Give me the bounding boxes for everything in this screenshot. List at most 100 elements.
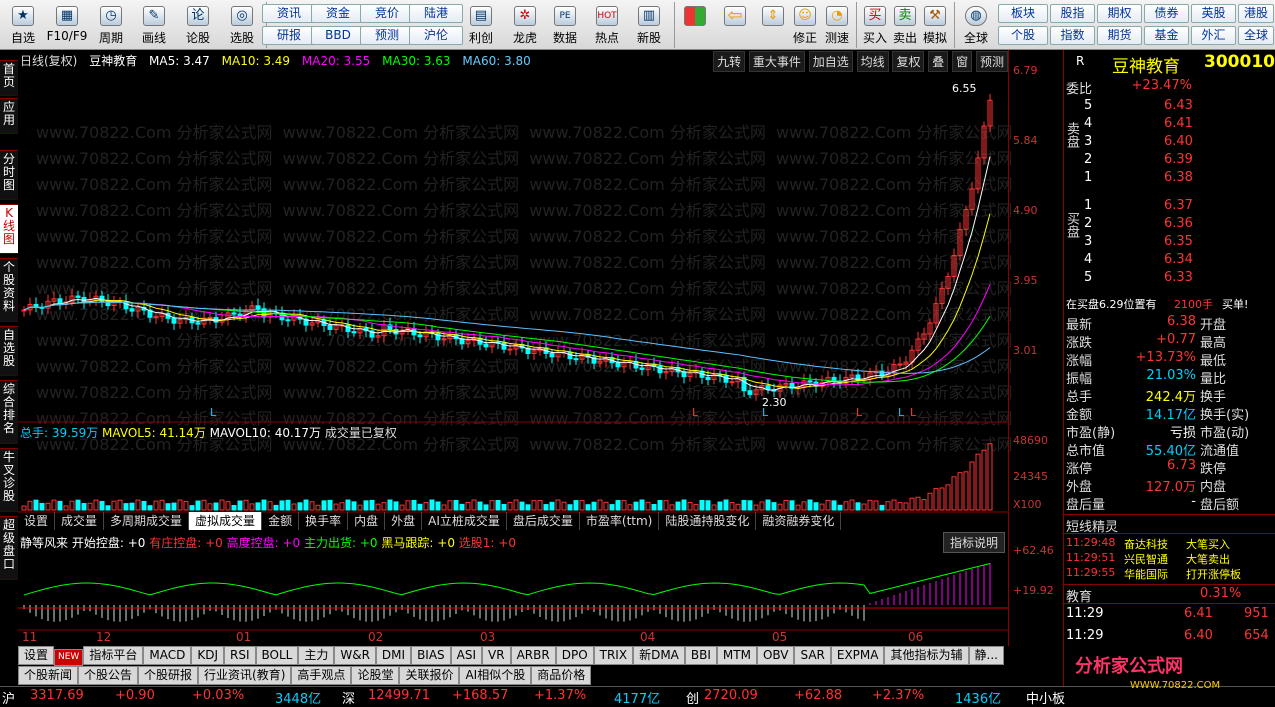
indicator-tab[interactable]: 其他指标为辅	[884, 646, 969, 665]
indicator-tab[interactable]: BOLL	[255, 646, 299, 665]
tab-kline[interactable]: K线图	[0, 204, 18, 254]
indicator-tab[interactable]: 主力	[298, 646, 335, 665]
indicator-tab[interactable]: MTM	[716, 646, 757, 665]
indicator-tab[interactable]: DMI	[375, 646, 412, 665]
predict-button[interactable]: 预测	[975, 51, 1008, 72]
uk-stock-button[interactable]: 英股	[1191, 4, 1236, 23]
indicator-tab[interactable]: TRIX	[593, 646, 634, 665]
indicator-tab[interactable]: SAR	[794, 646, 831, 665]
bbd-button[interactable]: BBD	[311, 26, 365, 45]
stock-select-button[interactable]: ◎ 选股	[220, 4, 264, 48]
simulate-button[interactable]: ⚒ 模拟	[920, 4, 950, 48]
indicator-tab[interactable]: EXPMA	[830, 646, 885, 665]
info-tab[interactable]: AI相似个股	[459, 666, 532, 685]
news-button[interactable]: 资讯	[262, 4, 316, 23]
options-button[interactable]: 期权	[1097, 4, 1142, 23]
index-button[interactable]: 指数	[1050, 26, 1095, 45]
indicator-tab[interactable]: BBI	[684, 646, 717, 665]
indicator-tab[interactable]: OBV	[756, 646, 795, 665]
speed-test-button[interactable]: ◔ 测速	[822, 4, 852, 48]
indicator-tab[interactable]: ARBR	[510, 646, 556, 665]
info-tab[interactable]: 个股公告	[78, 666, 139, 685]
indicator-help-button[interactable]: 指标说明	[943, 532, 1006, 553]
futures-button[interactable]: 期货	[1097, 26, 1142, 45]
global-button[interactable]: ◍ 全球	[958, 4, 994, 48]
bonds-button[interactable]: 债券	[1144, 4, 1189, 23]
forex-button[interactable]: 外汇	[1191, 26, 1236, 45]
volume-tab[interactable]: 市盈率(ttm)	[580, 512, 660, 530]
dragon-tiger-button[interactable]: ✲ 龙虎	[506, 4, 544, 48]
volume-tab[interactable]: AI立桩成交量	[422, 512, 507, 530]
volume-tab[interactable]: 融资融券变化	[756, 512, 842, 530]
period-button[interactable]: ◷ 周期	[92, 4, 130, 48]
volume-tab[interactable]: 金额	[262, 512, 300, 530]
volume-tab[interactable]: 设置	[18, 512, 56, 530]
sh-london-button[interactable]: 沪伦	[409, 26, 463, 45]
overlay-button[interactable]: 叠	[928, 51, 949, 72]
major-events-button[interactable]: 重大事件	[748, 51, 805, 72]
indicator-tab[interactable]: RSI	[224, 646, 256, 665]
add-watchlist-button[interactable]: 加自选	[808, 51, 853, 72]
sell-button[interactable]: 卖卖出	[890, 4, 920, 48]
indicator-tab[interactable]: 设置	[18, 646, 55, 665]
indicator-tab[interactable]: MACD	[143, 646, 192, 665]
discuss-button[interactable]: 论论股	[178, 4, 218, 48]
tab-diagnosis[interactable]: 牛叉诊股	[0, 448, 18, 512]
adjust-button[interactable]: 复权	[892, 51, 925, 72]
index-futures-button[interactable]: 股指	[1050, 4, 1095, 23]
data-button[interactable]: PE 数据	[546, 4, 584, 48]
back-button[interactable]: ⇦	[720, 4, 750, 48]
indicator-tab[interactable]: DPO	[555, 646, 594, 665]
indicator-tab[interactable]: VR	[482, 646, 511, 665]
volume-tab[interactable]: 陆股通持股变化	[659, 512, 757, 530]
window-button[interactable]: 窗	[952, 51, 973, 72]
tab-super-panel[interactable]: 超级盘口	[0, 516, 18, 580]
info-tab[interactable]: 行业资讯(教育)	[198, 666, 292, 685]
info-tab[interactable]: 个股新闻	[18, 666, 79, 685]
world-button[interactable]: 全球	[1238, 26, 1274, 45]
tab-stock-info[interactable]: 个股资料	[0, 258, 18, 322]
fix-button[interactable]: ☺ 修正	[790, 4, 820, 48]
new-stock-button[interactable]: ▥ 新股	[630, 4, 668, 48]
draw-line-button[interactable]: ✎ 画线	[134, 4, 174, 48]
indicator-tab[interactable]: 指标平台	[83, 646, 144, 665]
hk-stock-button[interactable]: 港股	[1238, 4, 1274, 23]
indicator-tab[interactable]: BIAS	[411, 646, 451, 665]
info-tab[interactable]: 商品价格	[531, 666, 592, 685]
nine-turn-button[interactable]: 九转	[713, 51, 746, 72]
indicator-tab[interactable]: KDJ	[191, 646, 224, 665]
indicator-tab[interactable]: W&R	[334, 646, 376, 665]
info-tab[interactable]: 个股研报	[138, 666, 199, 685]
volume-tab[interactable]: 盘后成交量	[507, 512, 580, 530]
buy-button[interactable]: 买买入	[860, 4, 890, 48]
tab-home[interactable]: 首页	[0, 60, 18, 96]
f10-button[interactable]: ▦ F10/F9	[44, 4, 90, 48]
ma-button[interactable]: 均线	[856, 51, 889, 72]
tab-apps[interactable]: 应用	[0, 98, 18, 134]
indicator-tab[interactable]: 新DMA	[633, 646, 685, 665]
up-down-button[interactable]: ⇕	[758, 4, 788, 48]
info-tab[interactable]: 论股堂	[351, 666, 400, 685]
favorites-button[interactable]: ★ 自选	[6, 4, 40, 48]
fund-button[interactable]: 基金	[1144, 26, 1189, 45]
volume-tab[interactable]: 外盘	[385, 512, 423, 530]
hk-connect-button[interactable]: 陆港	[409, 4, 463, 23]
volume-tab[interactable]: 虚拟成交量	[189, 512, 263, 530]
volume-tab[interactable]: 多周期成交量	[104, 512, 190, 530]
stock-button[interactable]: 个股	[998, 26, 1048, 45]
volume-tab[interactable]: 成交量	[55, 512, 105, 530]
info-tab[interactable]: 关联报价	[399, 666, 460, 685]
kline-chart-area[interactable]: www.70822.Com 分析家公式网 www.70822.Com 分析家公式…	[18, 50, 1063, 646]
volume-tab[interactable]: 内盘	[348, 512, 386, 530]
info-tab[interactable]: 高手观点	[291, 666, 352, 685]
lichuang-button[interactable]: ▤ 利创	[462, 4, 500, 48]
research-button[interactable]: 研报	[262, 26, 316, 45]
auction-button[interactable]: 竞价	[360, 4, 414, 23]
layout-button[interactable]	[680, 4, 710, 48]
tab-intraday[interactable]: 分时图	[0, 150, 18, 200]
funds-button[interactable]: 资金	[311, 4, 365, 23]
tab-ranking[interactable]: 综合排名	[0, 380, 18, 444]
hot-button[interactable]: HOT 热点	[588, 4, 626, 48]
forecast-button[interactable]: 预测	[360, 26, 414, 45]
indicator-tab[interactable]: 静...	[968, 646, 1004, 665]
